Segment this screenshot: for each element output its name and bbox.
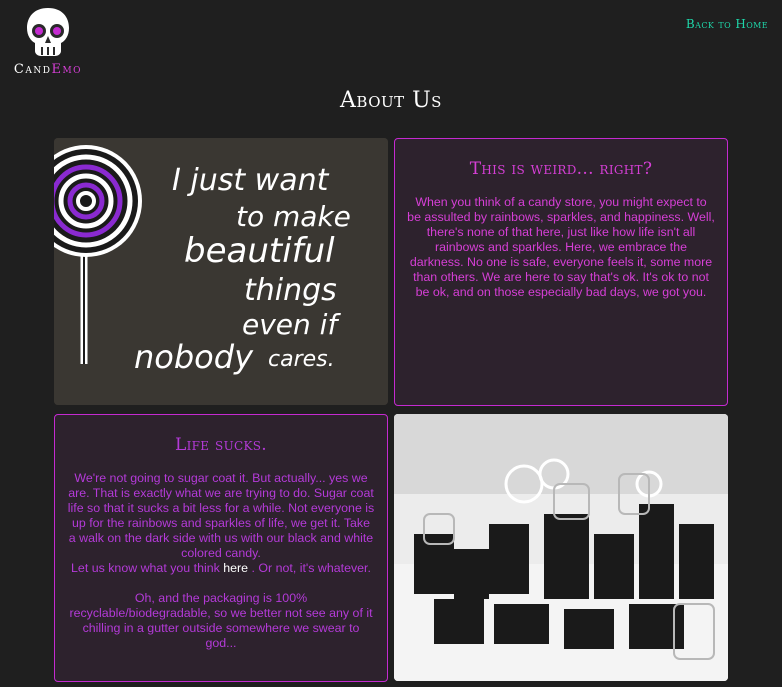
feedback-link[interactable]: here (223, 561, 248, 575)
brand-name: CandEmo (13, 62, 83, 77)
about-card-life: Life sucks. We're not going to sugar coa… (54, 414, 388, 682)
candy-table-image (394, 414, 728, 681)
card-body: We're not going to sugar coat it. But ac… (67, 471, 375, 575)
card-body: When you think of a candy store, you mig… (407, 195, 715, 299)
card-title: This is weird... right? (469, 159, 653, 179)
svg-text:nobody: nobody (134, 338, 254, 376)
svg-text:even if: even if (242, 308, 341, 341)
lollipop-quote-image: I just want to make beautiful things eve… (54, 138, 388, 405)
page-title: About Us (340, 88, 442, 113)
svg-text:to make: to make (236, 200, 351, 233)
skull-icon (27, 8, 69, 56)
about-card-weird: This is weird... right? When you think o… (394, 138, 728, 406)
card-title: Life sucks. (175, 435, 267, 455)
svg-text:I just want: I just want (172, 163, 330, 198)
brand-logo[interactable]: CandEmo (8, 6, 88, 77)
svg-text:beautiful: beautiful (184, 231, 335, 271)
packaging-note: Oh, and the packaging is 100% recyclable… (69, 591, 373, 650)
svg-text:things: things (244, 273, 337, 308)
svg-text:cares.: cares. (268, 347, 335, 372)
back-to-home-link[interactable]: Back to Home (686, 17, 768, 31)
